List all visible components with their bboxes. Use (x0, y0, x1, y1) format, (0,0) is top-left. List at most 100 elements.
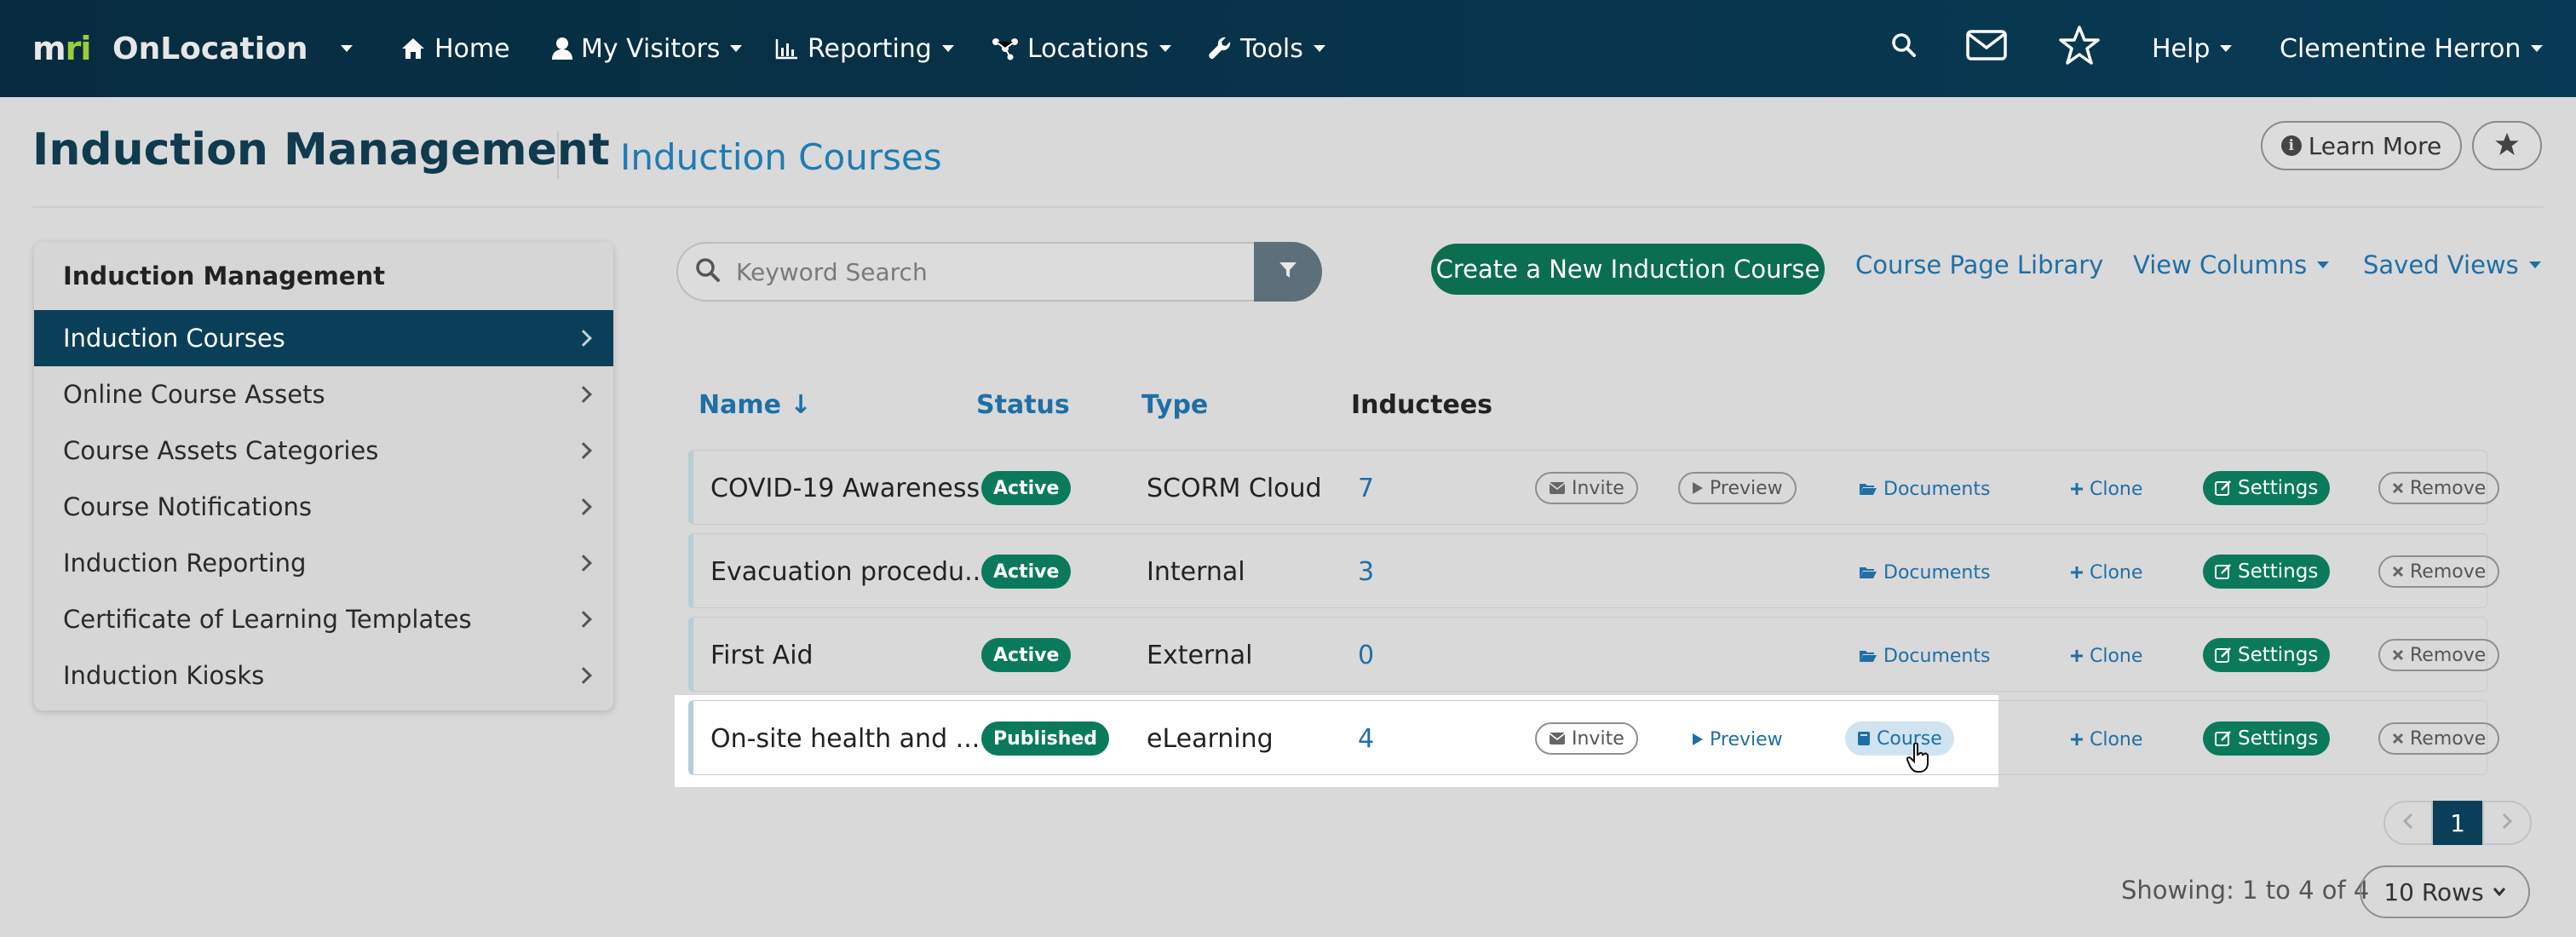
table-row: COVID-19 Awareness Active SCORM Cloud 7 … (688, 450, 2500, 525)
chevron-down-icon (2528, 262, 2541, 268)
plus-icon (2070, 482, 2084, 496)
course-name[interactable]: Evacuation procedu... (710, 555, 989, 589)
star-icon (2493, 131, 2521, 160)
info-icon: i (2280, 135, 2302, 156)
chevron-down-icon (2317, 262, 2330, 268)
edit-icon (2215, 480, 2232, 497)
plus-icon (2070, 733, 2084, 746)
folder-open-icon (1859, 566, 1877, 579)
sidebar: Induction Management Induction Courses O… (34, 242, 613, 710)
settings-button[interactable]: Settings (2203, 721, 2331, 756)
app-name[interactable]: OnLocation (112, 0, 308, 97)
chevron-down-icon (2493, 887, 2506, 897)
page-title: Induction Management (32, 124, 610, 175)
create-induction-course-button[interactable]: Create a New Induction Course (1431, 244, 1825, 295)
keyword-search-input[interactable] (736, 257, 1213, 286)
course-name[interactable]: COVID-19 Awareness (710, 471, 980, 505)
folder-open-icon (1859, 649, 1877, 663)
course-page-library-link[interactable]: Course Page Library (1855, 250, 2103, 279)
preview-button[interactable]: Preview (1688, 723, 1786, 756)
documents-button[interactable]: Documents (1855, 473, 1993, 505)
envelope-icon (1549, 481, 1566, 495)
settings-button[interactable]: Settings (2203, 555, 2331, 589)
column-header-type[interactable]: Type (1141, 390, 1208, 420)
chevron-down-icon (941, 45, 954, 52)
page-1-button[interactable]: 1 (2433, 801, 2482, 845)
edit-icon (2215, 647, 2232, 664)
inductees-count-link[interactable]: 4 (1358, 721, 1374, 756)
play-icon (1692, 481, 1704, 495)
table-row: First Aid Active External 0 Documents Cl… (688, 617, 2500, 692)
folder-open-icon (1859, 482, 1877, 496)
nav-my-visitors[interactable]: My Visitors (552, 0, 743, 97)
column-header-name[interactable]: Name ↓ (699, 390, 812, 420)
clone-button[interactable]: Clone (2067, 556, 2146, 589)
course-name[interactable]: On-site health and ... (710, 721, 980, 756)
remove-button[interactable]: Remove (2378, 639, 2500, 671)
column-header-status[interactable]: Status (976, 390, 1070, 420)
nav-locations[interactable]: Locations (992, 0, 1171, 97)
remove-button[interactable]: Remove (2378, 722, 2500, 755)
status-badge: Active (981, 555, 1072, 589)
wrench-icon (1208, 37, 1232, 60)
plus-icon (2070, 566, 2084, 579)
clone-button[interactable]: Clone (2067, 640, 2146, 672)
sidebar-item-induction-kiosks[interactable]: Induction Kiosks (34, 647, 613, 704)
top-navbar: m ri OnLocation Home My Visitors Reportin… (0, 0, 2576, 97)
search-icon (1891, 32, 1917, 65)
page-subtitle: Induction Courses (620, 136, 942, 178)
messages-button[interactable] (1966, 0, 2007, 97)
chevron-down-icon (2531, 45, 2544, 52)
app-switcher-dropdown[interactable] (331, 0, 353, 97)
sidebar-item-course-notifications[interactable]: Course Notifications (34, 479, 613, 535)
filter-button[interactable] (1254, 242, 1322, 302)
clone-button[interactable]: Clone (2067, 723, 2146, 756)
table-row: Evacuation procedu... Active Internal 3 … (688, 533, 2500, 608)
user-menu[interactable]: Clementine Herron (2280, 0, 2544, 97)
chevron-down-icon (730, 45, 743, 52)
sidebar-item-course-assets-categories[interactable]: Course Assets Categories (34, 423, 613, 479)
remove-button[interactable]: Remove (2378, 472, 2500, 504)
nav-home[interactable]: Home (400, 0, 510, 97)
remove-button[interactable]: Remove (2378, 555, 2500, 588)
chevron-right-icon (575, 611, 592, 628)
play-icon (1692, 733, 1704, 746)
search-bar (676, 242, 1256, 302)
mri-logo[interactable]: m ri (32, 0, 91, 97)
previous-page-button[interactable] (2383, 801, 2433, 845)
sidebar-item-induction-reporting[interactable]: Induction Reporting (34, 535, 613, 591)
settings-button[interactable]: Settings (2203, 471, 2331, 505)
learn-more-button[interactable]: i Learn More (2261, 121, 2462, 170)
saved-views-dropdown[interactable]: Saved Views (2363, 250, 2541, 279)
favorite-page-button[interactable] (2472, 121, 2542, 170)
bar-chart-icon (775, 37, 799, 60)
invite-button[interactable]: Invite (1535, 472, 1638, 504)
inductees-count-link[interactable]: 3 (1358, 555, 1374, 589)
network-icon (992, 37, 1019, 60)
course-button[interactable]: Course (1845, 721, 1954, 756)
clone-button[interactable]: Clone (2067, 473, 2146, 505)
settings-button[interactable]: Settings (2203, 638, 2331, 672)
search-button[interactable] (1891, 0, 1917, 97)
documents-button[interactable]: Documents (1855, 556, 1993, 589)
chevron-right-icon (575, 442, 592, 459)
sidebar-item-online-course-assets[interactable]: Online Course Assets (34, 366, 613, 423)
sidebar-item-induction-courses[interactable]: Induction Courses (34, 310, 613, 366)
next-page-button[interactable] (2482, 801, 2532, 845)
invite-button[interactable]: Invite (1535, 722, 1638, 755)
documents-button[interactable]: Documents (1855, 640, 1993, 672)
favorites-button[interactable] (2058, 0, 2101, 97)
envelope-icon (1966, 30, 2007, 67)
nav-help[interactable]: Help (2152, 0, 2233, 97)
inductees-count-link[interactable]: 7 (1358, 471, 1374, 505)
rows-per-page-dropdown[interactable]: 10 Rows (2360, 865, 2530, 918)
nav-tools[interactable]: Tools (1208, 0, 1325, 97)
sidebar-item-certificate-templates[interactable]: Certificate of Learning Templates (34, 591, 613, 647)
inductees-count-link[interactable]: 0 (1358, 638, 1374, 672)
view-columns-dropdown[interactable]: View Columns (2133, 250, 2330, 279)
nav-reporting[interactable]: Reporting (775, 0, 954, 97)
preview-button[interactable]: Preview (1678, 472, 1797, 504)
sidebar-heading: Induction Management (63, 262, 385, 290)
course-name[interactable]: First Aid (710, 638, 814, 672)
close-icon (2392, 649, 2404, 661)
